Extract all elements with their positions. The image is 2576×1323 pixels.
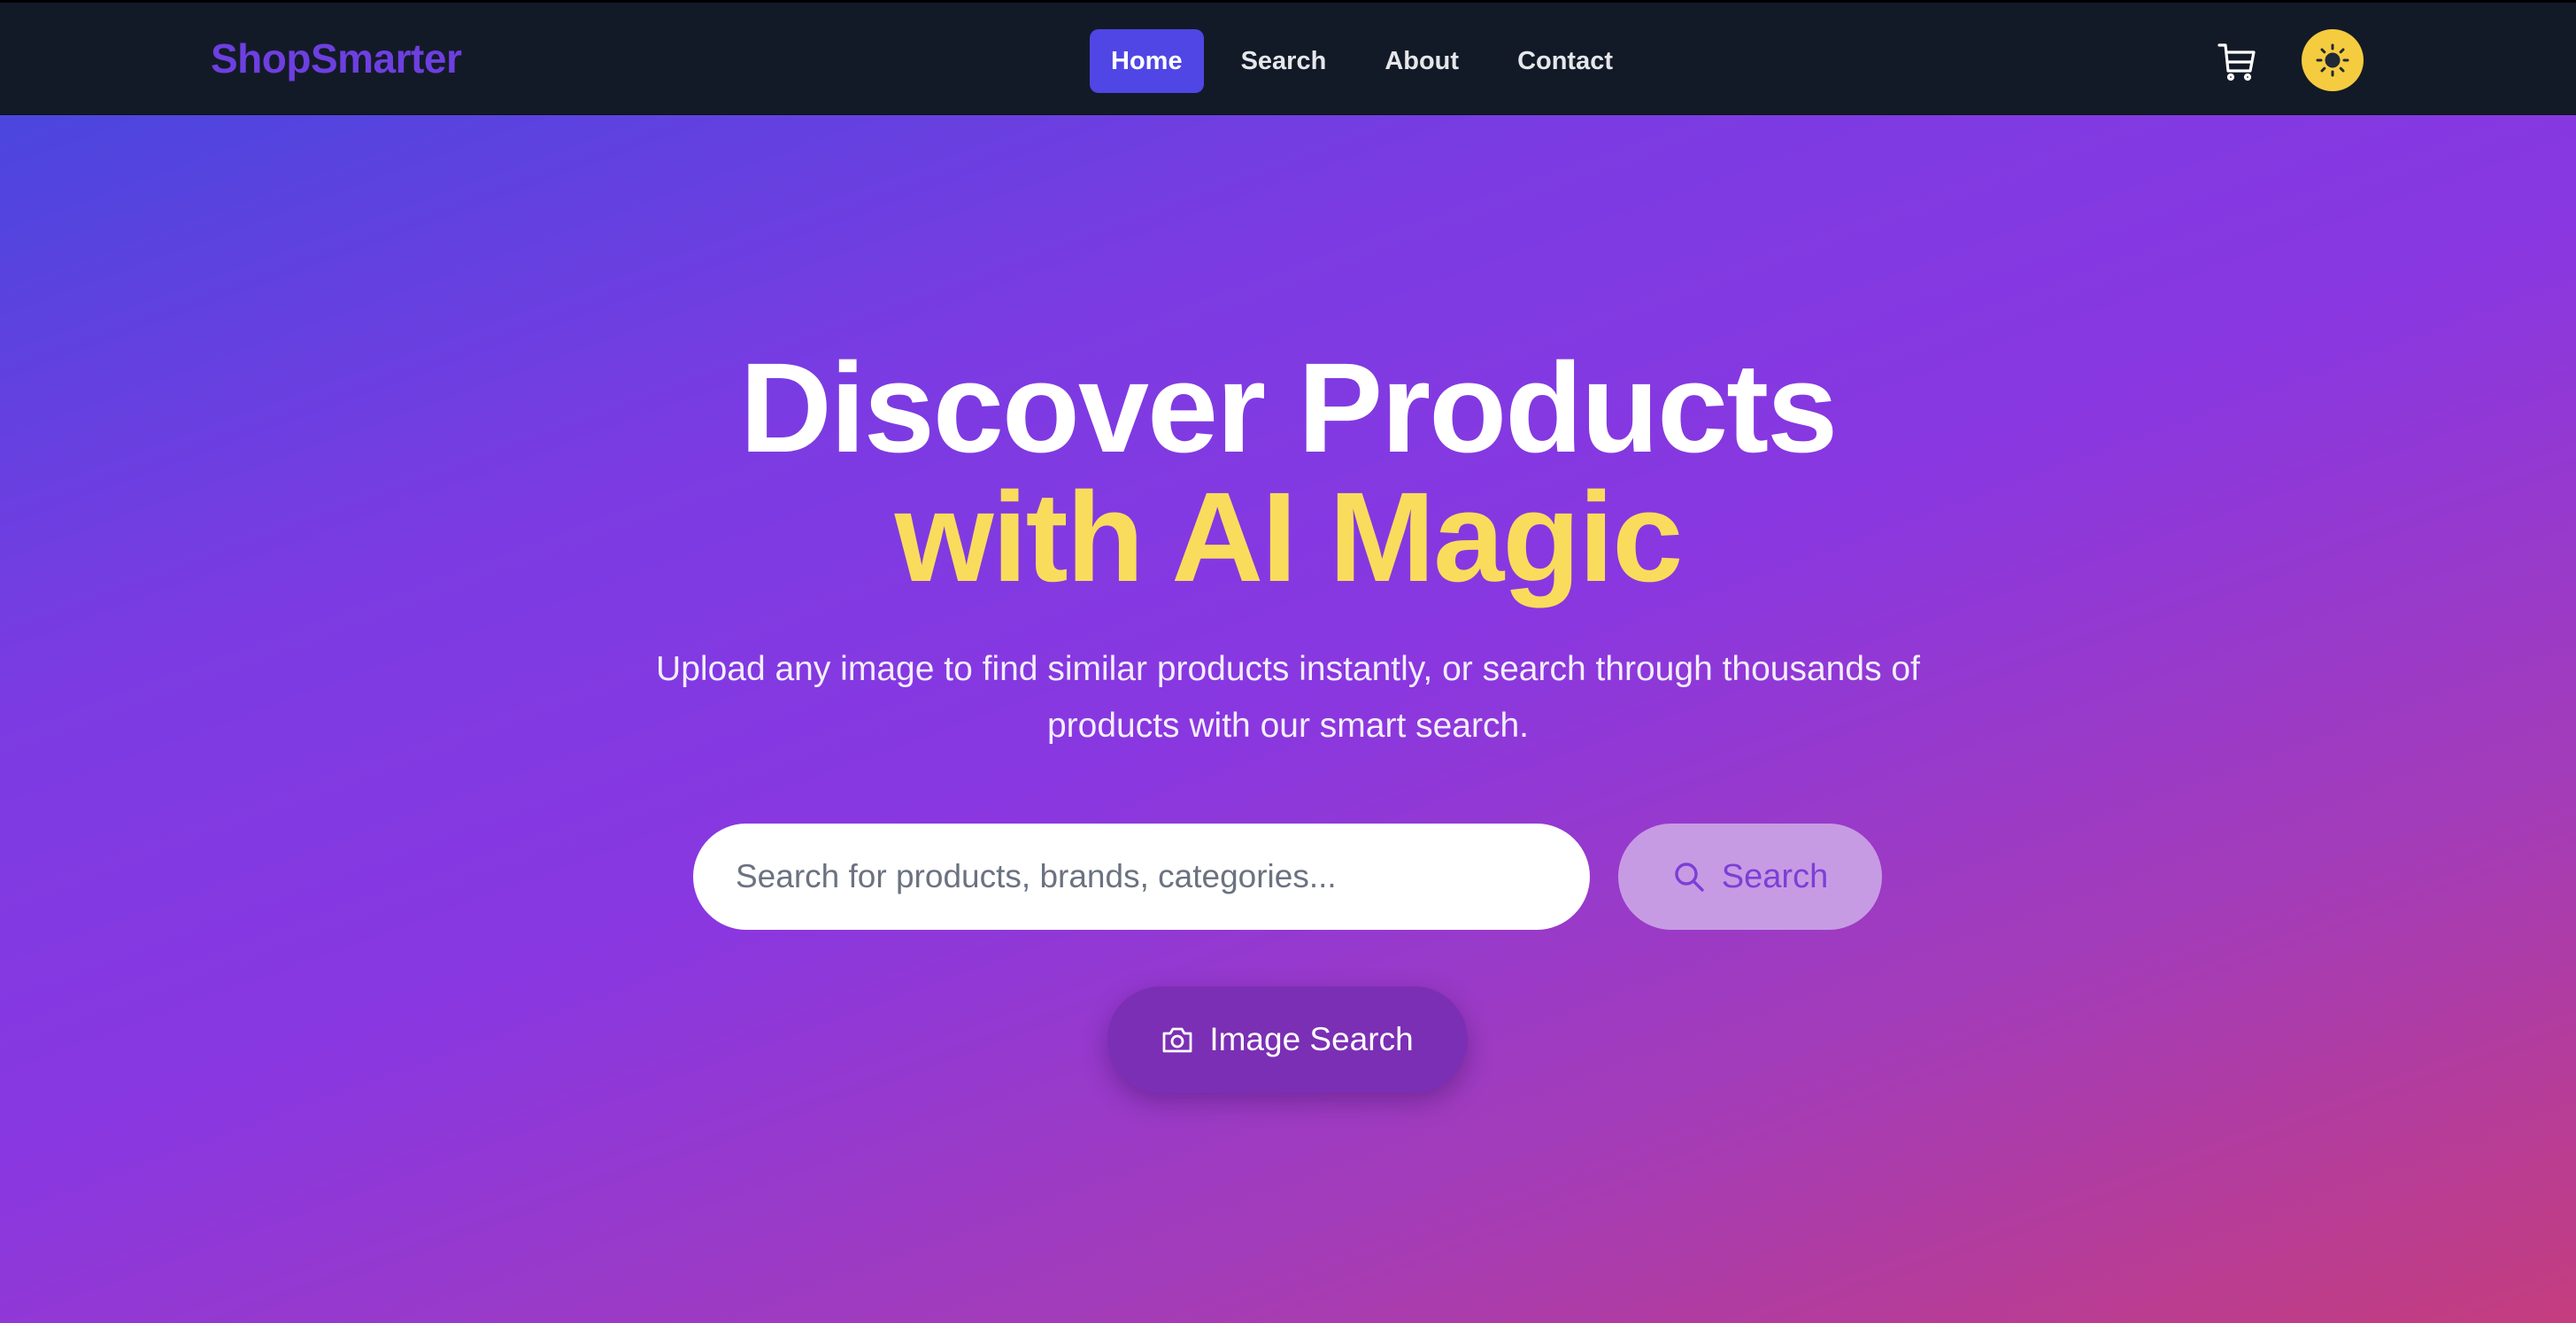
nav-about[interactable]: About	[1363, 29, 1480, 93]
cart-icon	[2217, 43, 2256, 81]
search-input[interactable]	[693, 824, 1590, 930]
hero-headline: Discover Products with AI Magic	[0, 344, 2576, 602]
headline-line-1: Discover Products	[739, 337, 1838, 479]
top-navbar: ShopSmarter Home Search About Contact	[0, 0, 2576, 115]
subtitle-line-2: products with our smart search.	[1046, 707, 1530, 745]
search-icon	[1675, 863, 1704, 892]
theme-toggle-button[interactable]	[2302, 29, 2364, 91]
nav-contact[interactable]: Contact	[1496, 29, 1634, 93]
hero-section: Discover Products with AI Magic Upload a…	[0, 115, 2576, 1323]
brand-logo[interactable]: ShopSmarter	[211, 35, 462, 82]
nav-home[interactable]: Home	[1090, 29, 1204, 93]
image-search-button[interactable]: Image Search	[1107, 986, 1468, 1093]
sun-icon	[2316, 43, 2349, 77]
search-button[interactable]: Search	[1618, 824, 1882, 930]
image-search-label: Image Search	[1209, 1021, 1414, 1057]
nav-search[interactable]: Search	[1220, 29, 1348, 93]
headline-line-2: with AI Magic	[894, 466, 1684, 608]
camera-icon	[1162, 1027, 1192, 1053]
search-button-label: Search	[1721, 857, 1829, 895]
cart-button[interactable]	[2213, 38, 2263, 84]
subtitle-line-1: Upload any image to find similar product…	[656, 650, 1920, 688]
hero-subtitle: Upload any image to find similar product…	[624, 641, 1952, 754]
main-nav: Home Search About Contact	[1090, 29, 1634, 93]
